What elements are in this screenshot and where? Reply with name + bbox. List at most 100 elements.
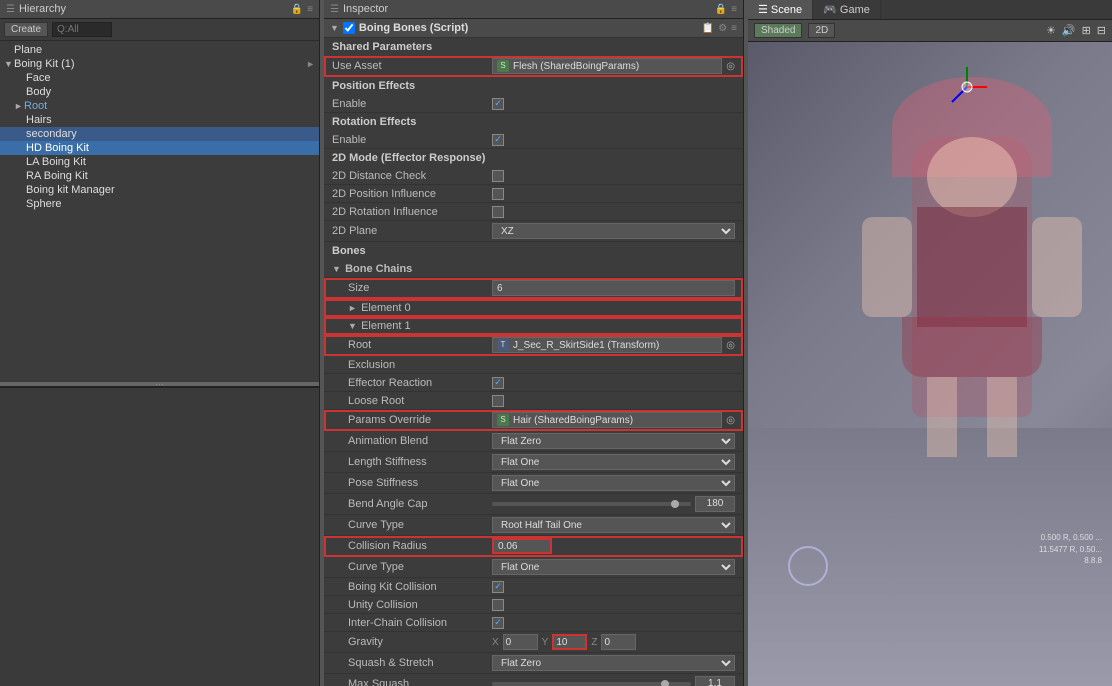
- boing-kit-collision-value: [492, 581, 735, 593]
- length-stiffness-select[interactable]: Flat One: [492, 454, 735, 470]
- curve-type-2-select[interactable]: Flat One: [492, 559, 735, 575]
- tree-item-root[interactable]: Root: [0, 99, 319, 113]
- tree-item-body[interactable]: Body: [0, 85, 319, 99]
- gravity-label: Gravity: [332, 636, 492, 648]
- shaded-btn[interactable]: Shaded: [754, 23, 802, 38]
- tab-scene[interactable]: ☰ Scene: [748, 0, 813, 19]
- max-squash-value: 1.1: [492, 676, 735, 686]
- effector-reaction-value: [492, 377, 735, 389]
- distance-check-value: [492, 170, 735, 182]
- gravity-row: Gravity X Y Z: [324, 632, 743, 653]
- element1-arrow[interactable]: ▼: [348, 321, 358, 331]
- exclusion-label: Exclusion: [332, 359, 492, 371]
- params-override-field[interactable]: S Hair (SharedBoingParams): [492, 412, 722, 428]
- root-field[interactable]: T J_Sec_R_SkirtSide1 (Transform): [492, 337, 722, 353]
- hierarchy-toolbar: Create: [0, 19, 319, 41]
- inspector-content: ▼ Boing Bones (Script) 📋 ⚙ ≡ Shared Para…: [324, 19, 743, 686]
- tree-item-plane[interactable]: Plane: [0, 43, 319, 57]
- position-enable-checkbox[interactable]: [492, 98, 504, 110]
- tree-item-ra-boing[interactable]: RA Boing Kit: [0, 169, 319, 183]
- use-asset-field-text: Flesh (SharedBoingParams): [513, 61, 639, 72]
- effector-reaction-checkbox[interactable]: [492, 377, 504, 389]
- toolbar-icon-grid2[interactable]: ⊟: [1097, 24, 1106, 37]
- toolbar-icon-speaker[interactable]: 🔊: [1062, 24, 1076, 37]
- use-asset-value: S Flesh (SharedBoingParams) ◎: [492, 58, 735, 74]
- rotation-enable-checkbox[interactable]: [492, 134, 504, 146]
- create-button[interactable]: Create: [4, 22, 48, 37]
- position-influence-label: 2D Position Influence: [332, 188, 492, 200]
- use-asset-pick-btn[interactable]: ◎: [726, 61, 735, 72]
- secondary-label: secondary: [26, 128, 77, 140]
- scene-gizmo: [942, 62, 992, 115]
- root-label: Root: [24, 100, 47, 112]
- max-squash-track[interactable]: [492, 682, 691, 686]
- inter-chain-checkbox[interactable]: [492, 617, 504, 629]
- gravity-x-input[interactable]: [503, 634, 538, 650]
- root-field-icon: T: [497, 339, 509, 351]
- loose-root-label: Loose Root: [332, 395, 492, 407]
- tab-game[interactable]: 🎮 Game: [813, 0, 881, 19]
- tree-item-la-boing[interactable]: LA Boing Kit: [0, 155, 319, 169]
- params-override-pick-btn[interactable]: ◎: [726, 415, 735, 426]
- tree-item-boing-manager[interactable]: Boing kit Manager: [0, 183, 319, 197]
- toolbar-icon-grid1[interactable]: ⊞: [1082, 24, 1091, 37]
- pose-stiffness-select[interactable]: Flat One: [492, 475, 735, 491]
- tree-item-hd-boing[interactable]: HD Boing Kit: [0, 141, 319, 155]
- scene-debug-text-2: 11.5477 R, 0.50...: [1039, 544, 1102, 555]
- inspector-icon: ☰: [330, 4, 339, 15]
- size-input[interactable]: [492, 280, 735, 296]
- gravity-z-input[interactable]: [601, 634, 636, 650]
- tree-item-secondary[interactable]: secondary: [0, 127, 319, 141]
- unity-collision-checkbox[interactable]: [492, 599, 504, 611]
- unity-collision-row: Unity Collision: [324, 596, 743, 614]
- tree-item-boingkit[interactable]: Boing Kit (1) ►: [0, 57, 319, 71]
- bend-angle-label: Bend Angle Cap: [332, 498, 492, 510]
- params-override-row: Params Override S Hair (SharedBoingParam…: [324, 410, 743, 431]
- animation-blend-select[interactable]: Flat Zero: [492, 433, 735, 449]
- mode-2d-title: 2D Mode (Effector Response): [324, 149, 743, 167]
- element0-arrow[interactable]: ►: [348, 303, 358, 313]
- component-enable-checkbox[interactable]: [343, 22, 355, 34]
- mode-2d-btn[interactable]: 2D: [808, 23, 835, 38]
- curve-type-1-select[interactable]: Root Half Tail One: [492, 517, 735, 533]
- rotation-enable-label: Enable: [332, 134, 492, 146]
- face-label: Face: [26, 72, 50, 84]
- position-enable-value: [492, 98, 735, 110]
- tree-item-hairs[interactable]: Hairs: [0, 113, 319, 127]
- bone-chains-arrow[interactable]: [332, 264, 342, 274]
- squash-stretch-select[interactable]: Flat Zero: [492, 655, 735, 671]
- inspector-title: Inspector: [343, 3, 388, 15]
- hierarchy-icon: ☰: [6, 4, 15, 15]
- animation-blend-label: Animation Blend: [332, 435, 492, 447]
- gravity-x-label: X: [492, 637, 499, 648]
- tree-item-face[interactable]: Face: [0, 71, 319, 85]
- toolbar-icon-sun[interactable]: ☀: [1046, 24, 1056, 37]
- boing-kit-collision-label: Boing Kit Collision: [332, 581, 492, 593]
- use-asset-field[interactable]: S Flesh (SharedBoingParams): [492, 58, 722, 74]
- max-squash-thumb[interactable]: [661, 680, 669, 686]
- boing-kit-collision-checkbox[interactable]: [492, 581, 504, 593]
- curve-type-1-label: Curve Type: [332, 519, 492, 531]
- hierarchy-search[interactable]: [52, 22, 112, 37]
- position-influence-checkbox[interactable]: [492, 188, 504, 200]
- bend-angle-thumb[interactable]: [671, 500, 679, 508]
- root-value: T J_Sec_R_SkirtSide1 (Transform) ◎: [492, 337, 735, 353]
- rotation-influence-checkbox[interactable]: [492, 206, 504, 218]
- root-pick-btn[interactable]: ◎: [726, 340, 735, 351]
- scene-panel: ☰ Scene 🎮 Game Shaded 2D ☀ 🔊 ⊞ ⊟: [748, 0, 1112, 686]
- rotation-influence-value: [492, 206, 735, 218]
- tree-item-sphere[interactable]: Sphere: [0, 197, 319, 211]
- scene-tab-icon: ☰: [758, 4, 771, 16]
- root-prop-label: Root: [332, 339, 492, 351]
- distance-check-checkbox[interactable]: [492, 170, 504, 182]
- component-icon-1: 📋: [702, 23, 714, 34]
- gravity-y-input[interactable]: [552, 634, 587, 650]
- effector-reaction-label: Effector Reaction: [332, 377, 492, 389]
- inspector-lock-icon: 🔒: [715, 4, 727, 15]
- bend-angle-track[interactable]: [492, 502, 691, 506]
- max-squash-label: Max Squash: [332, 678, 492, 686]
- plane-select[interactable]: XZ: [492, 223, 735, 239]
- loose-root-checkbox[interactable]: [492, 395, 504, 407]
- collision-radius-input[interactable]: [492, 538, 552, 554]
- rotation-influence-row: 2D Rotation Influence: [324, 203, 743, 221]
